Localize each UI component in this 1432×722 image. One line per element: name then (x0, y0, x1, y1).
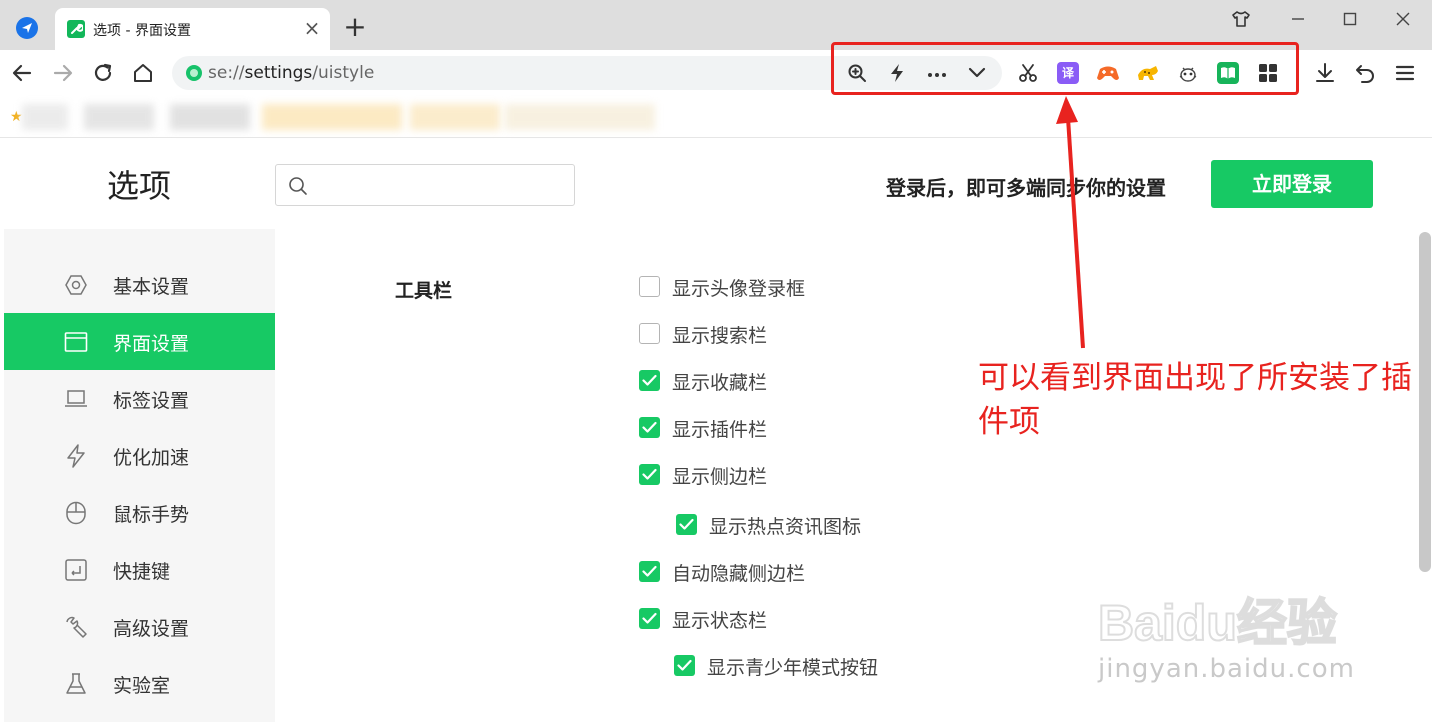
annotation-text: 可以看到界面出现了所安装了插件项 (978, 360, 1412, 440)
